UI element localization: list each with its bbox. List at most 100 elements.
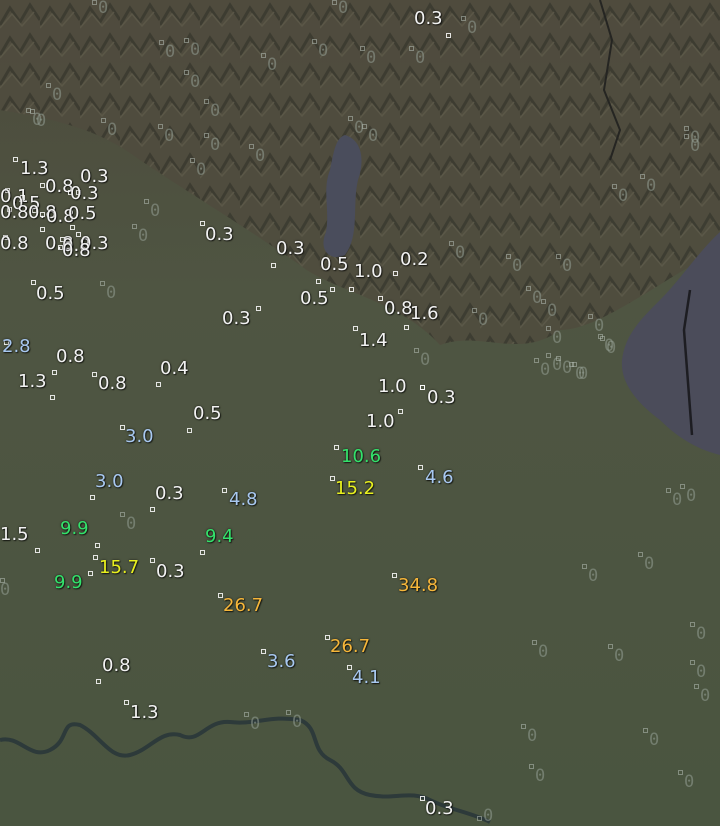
zero-reading: 0 <box>0 580 11 600</box>
station-marker[interactable] <box>159 40 164 45</box>
station-marker[interactable] <box>472 308 477 313</box>
station-marker[interactable] <box>420 385 425 390</box>
station-marker[interactable] <box>506 254 511 259</box>
station-marker[interactable] <box>446 33 451 38</box>
station-marker[interactable] <box>249 144 254 149</box>
station-marker[interactable] <box>35 548 40 553</box>
station-marker[interactable] <box>156 382 161 387</box>
station-marker[interactable] <box>684 126 689 131</box>
station-marker[interactable] <box>204 133 209 138</box>
precipitation-reading: 0.3 <box>156 561 185 582</box>
station-marker[interactable] <box>477 816 482 821</box>
station-marker[interactable] <box>330 287 335 292</box>
station-marker[interactable] <box>13 157 18 162</box>
station-marker[interactable] <box>393 271 398 276</box>
station-marker[interactable] <box>640 174 645 179</box>
station-marker[interactable] <box>694 684 699 689</box>
station-marker[interactable] <box>261 649 266 654</box>
station-marker[interactable] <box>190 158 195 163</box>
station-marker[interactable] <box>101 118 106 123</box>
precipitation-reading: 0.3 <box>205 224 234 245</box>
station-marker[interactable] <box>612 184 617 189</box>
station-marker[interactable] <box>608 644 613 649</box>
station-marker[interactable] <box>124 700 129 705</box>
station-marker[interactable] <box>222 488 227 493</box>
station-marker[interactable] <box>643 728 648 733</box>
precipitation-reading: 0.5 <box>193 403 222 424</box>
station-marker[interactable] <box>546 353 551 358</box>
station-marker[interactable] <box>404 325 409 330</box>
precipitation-map[interactable]: 0.3 1.3 0.8 0.3 0.1 0.5 0.8 0.3 0.8 0.8 0.8 0.5 0.8 0… <box>0 0 720 826</box>
station-marker[interactable] <box>461 16 466 21</box>
station-marker[interactable] <box>316 279 321 284</box>
station-marker[interactable] <box>95 543 100 548</box>
station-marker[interactable] <box>378 296 383 301</box>
station-marker[interactable] <box>680 484 685 489</box>
station-marker[interactable] <box>588 314 593 319</box>
station-marker[interactable] <box>332 0 337 5</box>
station-marker[interactable] <box>50 395 55 400</box>
station-marker[interactable] <box>204 99 209 104</box>
station-marker[interactable] <box>200 550 205 555</box>
station-marker[interactable] <box>360 46 365 51</box>
station-marker[interactable] <box>638 552 643 557</box>
station-marker[interactable] <box>46 83 51 88</box>
station-marker[interactable] <box>414 348 419 353</box>
station-marker[interactable] <box>546 326 551 331</box>
station-marker[interactable] <box>92 372 97 377</box>
station-marker[interactable] <box>271 263 276 268</box>
station-marker[interactable] <box>88 571 93 576</box>
station-marker[interactable] <box>582 564 587 569</box>
station-marker[interactable] <box>261 53 266 58</box>
station-marker[interactable] <box>120 512 125 517</box>
station-marker[interactable] <box>600 336 605 341</box>
station-marker[interactable] <box>244 712 249 717</box>
station-marker[interactable] <box>70 225 75 230</box>
station-marker[interactable] <box>349 287 354 292</box>
station-marker[interactable] <box>187 428 192 433</box>
station-marker[interactable] <box>96 679 101 684</box>
station-marker[interactable] <box>52 370 57 375</box>
station-marker[interactable] <box>132 224 137 229</box>
station-marker[interactable] <box>532 640 537 645</box>
station-marker[interactable] <box>534 358 539 363</box>
station-marker[interactable] <box>144 199 149 204</box>
station-marker[interactable] <box>541 299 546 304</box>
station-marker[interactable] <box>256 306 261 311</box>
station-marker[interactable] <box>150 558 155 563</box>
station-marker[interactable] <box>678 770 683 775</box>
station-marker[interactable] <box>418 465 423 470</box>
station-marker[interactable] <box>690 622 695 627</box>
station-marker[interactable] <box>100 281 105 286</box>
station-marker[interactable] <box>286 710 291 715</box>
station-marker[interactable] <box>92 0 97 5</box>
station-marker[interactable] <box>90 495 95 500</box>
station-marker[interactable] <box>348 116 353 121</box>
station-marker[interactable] <box>526 286 531 291</box>
station-marker[interactable] <box>666 488 671 493</box>
station-marker[interactable] <box>312 39 317 44</box>
station-marker[interactable] <box>521 724 526 729</box>
station-marker[interactable] <box>93 555 98 560</box>
station-marker[interactable] <box>334 445 339 450</box>
station-marker[interactable] <box>40 227 45 232</box>
station-marker[interactable] <box>556 356 561 361</box>
station-marker[interactable] <box>398 409 403 414</box>
station-marker[interactable] <box>449 241 454 246</box>
precipitation-reading: 15.7 <box>99 557 140 578</box>
station-marker[interactable] <box>158 124 163 129</box>
station-marker[interactable] <box>30 109 35 114</box>
station-marker[interactable] <box>184 38 189 43</box>
station-marker[interactable] <box>684 134 689 139</box>
station-marker[interactable] <box>362 124 367 129</box>
station-marker[interactable] <box>409 46 414 51</box>
station-marker[interactable] <box>150 507 155 512</box>
station-marker[interactable] <box>184 70 189 75</box>
station-marker[interactable] <box>529 764 534 769</box>
station-marker[interactable] <box>40 212 45 217</box>
station-marker[interactable] <box>392 573 397 578</box>
station-marker[interactable] <box>0 578 5 583</box>
station-marker[interactable] <box>556 254 561 259</box>
station-marker[interactable] <box>690 660 695 665</box>
station-marker[interactable] <box>353 326 358 331</box>
